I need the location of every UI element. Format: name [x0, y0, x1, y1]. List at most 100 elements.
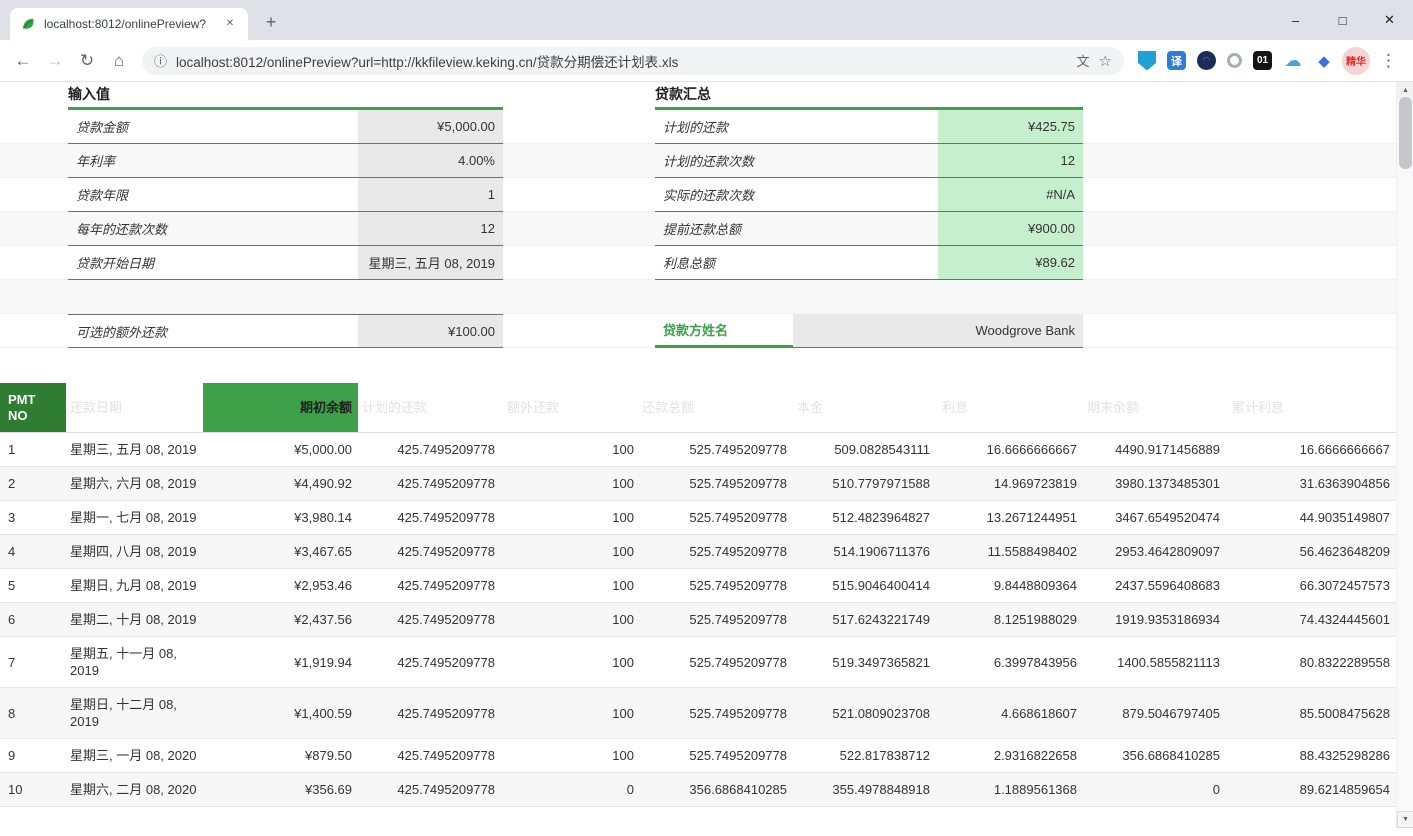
browser-tab[interactable]: localhost:8012/onlinePreview? ✕ — [10, 8, 248, 40]
schedule-cell-sched: 425.7495209778 — [358, 637, 503, 687]
schedule-cell-date: 星期日, 九月 08, 2019 — [66, 569, 203, 602]
schedule-cell-cum: 74.4324445601 — [1228, 603, 1396, 636]
schedule-cell-end: 2437.5596408683 — [1083, 569, 1228, 602]
schedule-cell-total: 525.7495209778 — [638, 637, 793, 687]
ring-extension-icon[interactable] — [1227, 53, 1242, 68]
schedule-cell-no: 6 — [0, 603, 66, 636]
schedule-cell-end: 4490.9171456889 — [1083, 433, 1228, 466]
summary-label: 计划的还款次数 — [655, 144, 938, 177]
schedule-cell-interest: 13.2671244951 — [938, 501, 1083, 534]
schedule-row: 9星期三, 一月 08, 2020¥879.50425.749520977810… — [0, 739, 1396, 773]
summary-row: 利息总额¥89.62 — [655, 246, 1083, 280]
schedule-cell-extra: 100 — [503, 467, 638, 500]
lender-label: 贷款方姓名 — [655, 314, 793, 348]
schedule-header-row: PMT NO还款日期期初余额计划的还款额外还款还款总额本金利息期末余额累计利息 — [0, 383, 1396, 433]
maximize-button[interactable]: □ — [1319, 0, 1366, 40]
schedule-cell-end: 0 — [1083, 773, 1228, 806]
schedule-cell-no: 9 — [0, 739, 66, 772]
schedule-cell-end: 3980.1373485301 — [1083, 467, 1228, 500]
input-label: 年利率 — [68, 144, 358, 177]
schedule-cell-total: 525.7495209778 — [638, 603, 793, 636]
lender-row: 贷款方姓名 Woodgrove Bank — [655, 314, 1083, 348]
schedule-cell-no: 10 — [0, 773, 66, 806]
lender-value: Woodgrove Bank — [793, 314, 1083, 348]
schedule-cell-principal: 355.4978848918 — [793, 773, 938, 806]
summary-label: 实际的还款次数 — [655, 178, 938, 211]
schedule-cell-date: 星期六, 六月 08, 2019 — [66, 467, 203, 500]
tab-close-icon[interactable]: ✕ — [222, 16, 238, 32]
summary-label: 计划的还款 — [655, 110, 938, 143]
schedule-cell-interest: 4.668618607 — [938, 688, 1083, 738]
schedule-cell-interest: 16.6666666667 — [938, 433, 1083, 466]
schedule-header-no: PMT NO — [0, 383, 66, 432]
schedule-row: 10星期六, 二月 08, 2020¥356.69425.74952097780… — [0, 773, 1396, 807]
input-extra-row: 可选的额外还款 ¥100.00 — [68, 314, 503, 348]
input-row: 贷款年限1 — [68, 178, 503, 212]
translate-extension-icon[interactable]: 译 — [1167, 51, 1186, 70]
input-row: 每年的还款次数12 — [68, 212, 503, 246]
schedule-cell-begin: ¥1,919.94 — [203, 637, 358, 687]
badge-01-extension-icon[interactable]: 01 — [1253, 51, 1272, 70]
schedule-cell-interest: 6.3997843956 — [938, 637, 1083, 687]
summary-value: ¥89.62 — [938, 246, 1083, 279]
summary-row: 实际的还款次数#N/A — [655, 178, 1083, 212]
scroll-down-icon[interactable]: ▼ — [1397, 811, 1413, 828]
schedule-cell-extra: 0 — [503, 773, 638, 806]
schedule-cell-end: 3467.6549520474 — [1083, 501, 1228, 534]
schedule-cell-cum: 89.6214859654 — [1228, 773, 1396, 806]
schedule-cell-begin: ¥2,437.56 — [203, 603, 358, 636]
forward-button[interactable]: → — [40, 46, 70, 76]
schedule-row: 2星期六, 六月 08, 2019¥4,490.92425.7495209778… — [0, 467, 1396, 501]
input-label: 贷款开始日期 — [68, 246, 358, 279]
input-row: 年利率4.00% — [68, 144, 503, 178]
cloud-extension-icon[interactable]: ☁ — [1283, 51, 1303, 71]
schedule-cell-sched: 425.7495209778 — [358, 739, 503, 772]
schedule-cell-extra: 100 — [503, 501, 638, 534]
summary-value: 12 — [938, 144, 1083, 177]
sheet-grid-row — [0, 280, 1396, 314]
schedule-cell-principal: 522.817838712 — [793, 739, 938, 772]
input-row: 贷款金额¥5,000.00 — [68, 110, 503, 144]
schedule-cell-no: 8 — [0, 688, 66, 738]
schedule-cell-sched: 425.7495209778 — [358, 433, 503, 466]
reload-button[interactable]: ↻ — [72, 46, 102, 76]
schedule-cell-date: 星期一, 七月 08, 2019 — [66, 501, 203, 534]
schedule-cell-total: 525.7495209778 — [638, 467, 793, 500]
schedule-cell-no: 3 — [0, 501, 66, 534]
back-button[interactable]: ← — [8, 46, 38, 76]
bookmark-star-icon[interactable]: ☆ — [1099, 52, 1112, 70]
globe-extension-icon[interactable]: ◠ — [1197, 51, 1216, 70]
schedule-cell-begin: ¥3,467.65 — [203, 535, 358, 568]
schedule-cell-end: 1400.5855821113 — [1083, 637, 1228, 687]
browser-menu-icon[interactable]: ⋮ — [1372, 51, 1405, 71]
profile-avatar[interactable]: 精华 — [1342, 47, 1370, 75]
summary-section-title: 贷款汇总 — [655, 82, 711, 107]
new-tab-button[interactable]: + — [258, 10, 284, 36]
schedule-cell-interest: 9.8448809364 — [938, 569, 1083, 602]
schedule-cell-principal: 519.3497365821 — [793, 637, 938, 687]
translate-page-icon[interactable]: 文 — [1077, 51, 1090, 70]
home-button[interactable]: ⌂ — [104, 46, 134, 76]
schedule-cell-cum: 66.3072457573 — [1228, 569, 1396, 602]
schedule-cell-total: 525.7495209778 — [638, 688, 793, 738]
schedule-cell-extra: 100 — [503, 569, 638, 602]
summary-label: 提前还款总额 — [655, 212, 938, 245]
bird-extension-icon[interactable]: ◆ — [1314, 51, 1334, 71]
address-bar[interactable]: ⓘ localhost:8012/onlinePreview?url=http:… — [142, 47, 1124, 75]
schedule-cell-extra: 100 — [503, 688, 638, 738]
shield-extension-icon[interactable] — [1138, 51, 1156, 71]
vertical-scrollbar[interactable]: ▲ ▼ — [1396, 82, 1413, 828]
kkfileview-favicon — [20, 16, 36, 32]
schedule-cell-sched: 425.7495209778 — [358, 773, 503, 806]
url-text[interactable]: localhost:8012/onlinePreview?url=http://… — [176, 51, 1068, 71]
close-button[interactable]: ✕ — [1366, 0, 1413, 40]
scroll-thumb[interactable] — [1399, 97, 1412, 169]
page-info-icon[interactable]: ⓘ — [154, 51, 167, 70]
schedule-cell-interest: 8.1251988029 — [938, 603, 1083, 636]
schedule-cell-no: 4 — [0, 535, 66, 568]
minimize-button[interactable]: – — [1272, 0, 1319, 40]
schedule-cell-total: 525.7495209778 — [638, 535, 793, 568]
schedule-cell-end: 1919.9353186934 — [1083, 603, 1228, 636]
schedule-cell-principal: 512.4823964827 — [793, 501, 938, 534]
schedule-row: 4星期四, 八月 08, 2019¥3,467.65425.7495209778… — [0, 535, 1396, 569]
